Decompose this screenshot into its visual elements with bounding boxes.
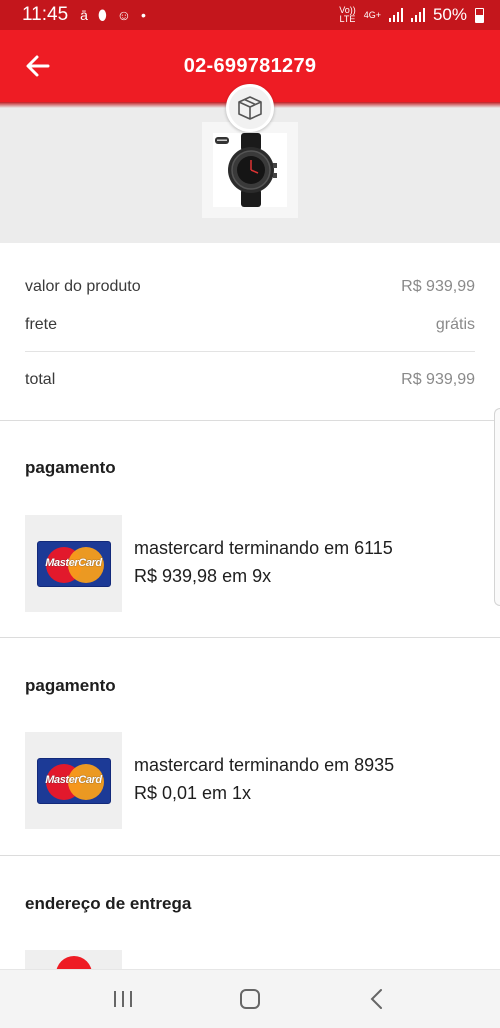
mastercard-logo-icon: MasterCard	[36, 540, 111, 587]
smartwatch-image	[213, 133, 287, 207]
address-icon-box	[25, 950, 122, 969]
total-label: total	[25, 371, 56, 388]
card-logo-box: MasterCard	[25, 732, 122, 829]
dot-icon: •	[141, 7, 146, 23]
order-number-title: 02-699781279	[183, 54, 317, 77]
installments: R$ 0,01 em 1x	[134, 783, 252, 803]
summary-divider	[25, 351, 475, 352]
status-bar: 11:45 ā ⬮ ☺ • Vo)) LTE 4G+ 50%	[0, 0, 500, 30]
signal-icon-2	[410, 8, 425, 22]
back-arrow-icon[interactable]	[22, 50, 54, 82]
recent-apps-icon[interactable]	[103, 979, 143, 1019]
product-value-label: valor do produto	[25, 278, 141, 295]
battery-percent: 50%	[432, 5, 467, 24]
nav-back-icon[interactable]	[357, 979, 397, 1019]
location-pin-icon	[55, 955, 92, 969]
mastercard-logo-icon: MasterCard	[36, 757, 111, 804]
android-icon: ☺	[116, 7, 132, 23]
payment-title: pagamento	[25, 676, 116, 695]
card-ending: mastercard terminando em 8935	[134, 755, 395, 775]
package-icon	[226, 84, 274, 132]
order-summary: valor do produto R$ 939,99 frete grátis …	[0, 243, 500, 421]
android-nav-bar	[0, 969, 500, 1028]
product-value-amount: R$ 939,99	[401, 278, 475, 295]
fish-icon: ⬮	[97, 6, 107, 23]
network-4g-indicator: 4G+	[363, 9, 381, 20]
battery-icon	[475, 7, 484, 23]
payment-details: mastercard terminando em 6115 R$ 939,98 …	[134, 534, 393, 590]
total-value: R$ 939,99	[401, 371, 475, 388]
volte-indicator: Vo)) LTE	[339, 5, 356, 24]
payment-section-1: pagamento MasterCard mastercard terminan…	[0, 421, 500, 638]
shipping-label: frete	[25, 316, 58, 333]
address-title: endereço de entrega	[25, 894, 192, 913]
shipping-value: grátis	[435, 316, 475, 333]
address-section: endereço de entrega	[0, 856, 500, 969]
card-logo-box: MasterCard	[25, 515, 122, 612]
product-thumbnail[interactable]	[202, 122, 298, 218]
status-time: 11:45	[22, 4, 69, 25]
signal-icon	[388, 8, 403, 22]
payment-section-2: pagamento MasterCard mastercard terminan…	[0, 638, 500, 856]
a-icon: ā	[80, 7, 88, 23]
card-ending: mastercard terminando em 6115	[134, 538, 393, 558]
home-icon[interactable]	[230, 979, 270, 1019]
installments: R$ 939,98 em 9x	[134, 566, 272, 586]
payment-details: mastercard terminando em 8935 R$ 0,01 em…	[134, 751, 394, 807]
payment-title: pagamento	[25, 458, 116, 477]
scrollbar[interactable]	[494, 408, 500, 606]
